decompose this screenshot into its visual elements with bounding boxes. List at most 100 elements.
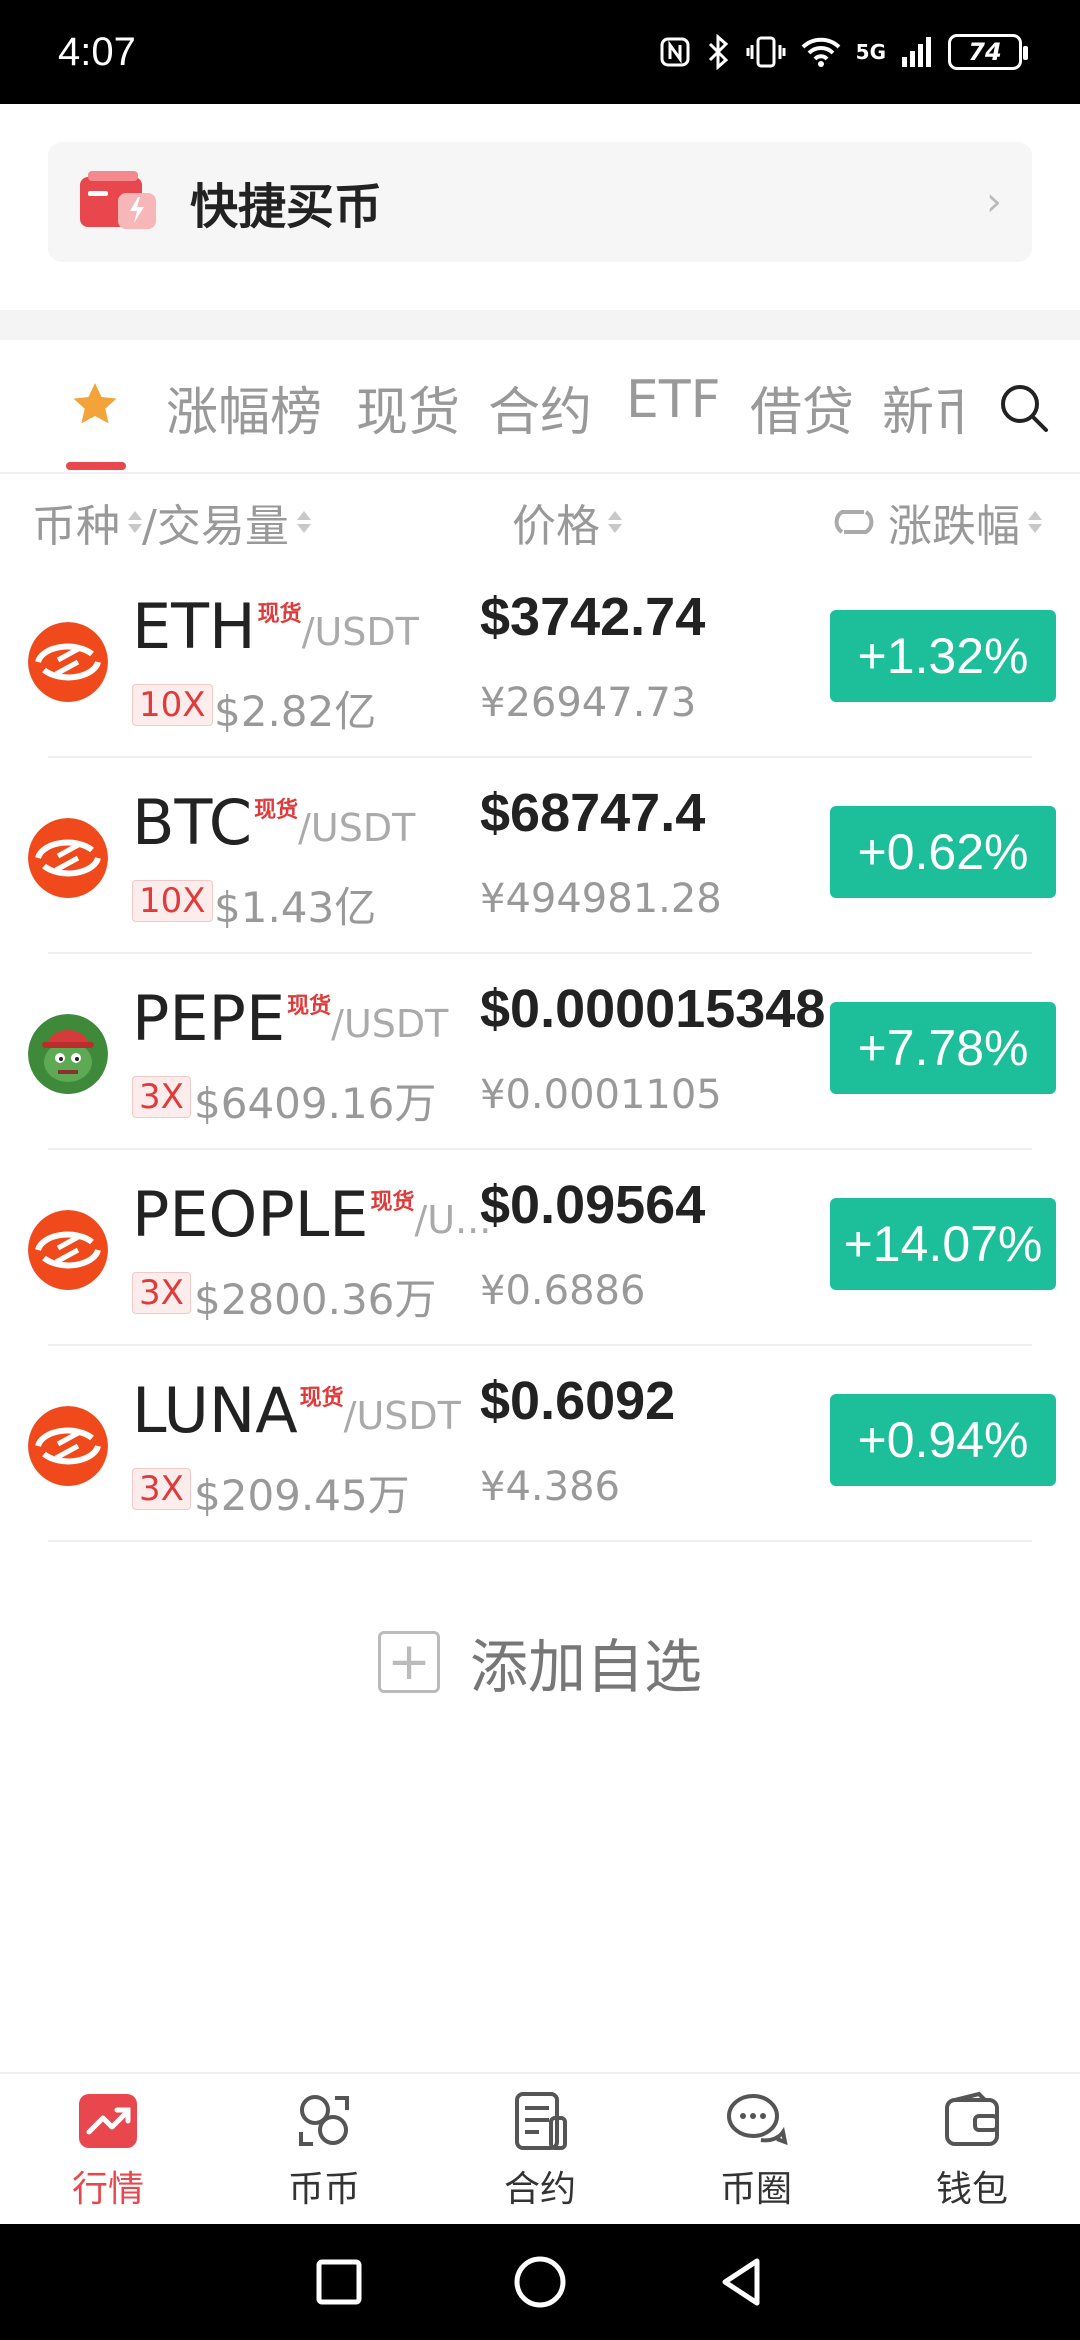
symbol-text: LUNA [132, 1374, 298, 1447]
change-badge[interactable]: +0.62% [830, 806, 1056, 898]
change-badge[interactable]: +1.32% [830, 610, 1056, 702]
leverage-badge: 3X [132, 1468, 191, 1510]
tab-gainers[interactable]: 涨幅榜 [166, 370, 322, 445]
quote-currency: /USDT [298, 806, 416, 850]
price-cny: ¥0.0001105 [480, 1072, 722, 1118]
header-change-label: 涨跌幅 [888, 501, 1020, 552]
plus-box-icon: + [377, 1631, 440, 1693]
nav-futures[interactable]: 合约 [432, 2074, 648, 2224]
price-cny: ¥26947.73 [480, 680, 697, 726]
search-icon[interactable] [996, 380, 1052, 436]
header-price[interactable]: 价格 [512, 490, 622, 554]
price-usd: $68747.4 [480, 783, 706, 843]
coin-symbol: LUNA 现货 /USDT [132, 1374, 461, 1447]
nav-community[interactable]: 币圈 [648, 2074, 864, 2224]
spot-tag: 现货 [370, 1190, 415, 1215]
tab-new-coins[interactable]: 新币 [882, 370, 962, 440]
nav-label: 钱包 [935, 2169, 1008, 2210]
battery-indicator: 74 [948, 34, 1028, 70]
nav-market[interactable]: 行情 [0, 2074, 216, 2224]
tab-lending[interactable]: 借贷 [750, 370, 854, 445]
add-favorite-button[interactable]: + 添加自选 [0, 1620, 1080, 1704]
coin-symbol: PEOPLE 现货 /U... [132, 1178, 491, 1251]
quote-currency: /USDT [331, 1002, 449, 1046]
add-favorite-label: 添加自选 [469, 1633, 702, 1701]
status-time: 4:07 [58, 29, 136, 74]
symbol-text: BTC [132, 786, 253, 859]
header-coin-volume[interactable]: 币种 /交易量 [32, 490, 311, 554]
sort-price-icon [608, 509, 622, 535]
leverage-badge: 10X [132, 684, 213, 726]
volume-text: $6409.16万 [194, 1079, 437, 1128]
status-icons: 5G 74 [658, 34, 1028, 70]
spot-tag: 现货 [287, 994, 332, 1019]
coin-symbol: BTC 现货 /USDT [132, 786, 415, 859]
back-triangle-icon[interactable] [717, 2255, 765, 2309]
change-badge[interactable]: +0.94% [830, 1394, 1056, 1486]
tab-etf[interactable]: ETF [626, 370, 721, 430]
quick-buy-title: 快捷买币 [190, 179, 383, 235]
header-change[interactable]: 涨跌幅 [830, 490, 1042, 554]
recents-square-icon[interactable] [315, 2258, 363, 2306]
coin-symbol: ETH 现货 /USDT [132, 590, 419, 663]
spot-tag: 现货 [299, 1386, 344, 1411]
spot-tag: 现货 [257, 602, 302, 627]
chat-bubbles-icon [727, 2094, 788, 2146]
price-cny: ¥494981.28 [480, 876, 722, 922]
list-item[interactable]: ETH 现货 /USDT 10X $2.82亿 $3742.74 ¥26947.… [0, 562, 1080, 758]
favorites-star-icon[interactable] [70, 380, 120, 430]
spot-tag: 现货 [254, 798, 299, 823]
row-divider [48, 1540, 1032, 1542]
tabs-divider [0, 472, 1080, 474]
nav-label: 行情 [71, 2169, 144, 2210]
bluetooth-icon [708, 34, 728, 70]
swap-logo-icon [28, 818, 108, 898]
change-badge[interactable]: +14.07% [830, 1198, 1056, 1290]
system-nav-bar [0, 2224, 1080, 2340]
pepe-logo-icon [28, 1014, 108, 1094]
toggle-cycle-icon[interactable] [830, 502, 878, 542]
list-item[interactable]: LUNA 现货 /USDT 3X $209.45万 $0.6092 ¥4.386… [0, 1346, 1080, 1542]
leverage-badge: 3X [132, 1076, 191, 1118]
leverage-badge: 3X [132, 1272, 191, 1314]
signal-icon [902, 37, 931, 67]
nav-label: 币币 [287, 2169, 360, 2210]
volume-text: $2.82亿 [214, 687, 377, 736]
active-tab-indicator [66, 462, 126, 470]
price-cny: ¥0.6886 [480, 1268, 646, 1314]
chevron-right-icon: › [986, 179, 1002, 225]
home-circle-icon[interactable] [513, 2255, 567, 2309]
list-item[interactable]: PEOPLE 现货 /U... 3X $2800.36万 $0.09564 ¥0… [0, 1150, 1080, 1346]
network-type: 5G [855, 40, 886, 64]
swap-logo-icon [28, 622, 108, 702]
quote-currency: /USDT [301, 610, 419, 654]
quote-currency: /USDT [343, 1394, 461, 1438]
swap-logo-icon [28, 1406, 108, 1486]
wallet-icon [945, 2091, 999, 2146]
nav-label: 合约 [503, 2169, 576, 2210]
nav-spot[interactable]: 币币 [216, 2074, 432, 2224]
coin-symbol: PEPE 现货 /USDT [132, 982, 448, 1055]
nav-label: 币圈 [719, 2169, 792, 2210]
symbol-text: PEOPLE [132, 1178, 369, 1251]
header-price-label: 价格 [512, 501, 600, 552]
sort-volume-icon [296, 509, 311, 535]
nav-wallet[interactable]: 钱包 [864, 2074, 1080, 2224]
volume-text: $209.45万 [194, 1471, 410, 1520]
price-usd: $0.6092 [480, 1371, 676, 1431]
header-coin: 币种 [32, 501, 120, 552]
quick-buy-card[interactable]: 快捷买币 › [48, 142, 1032, 262]
market-tabs: 涨幅榜 现货 合约 ETF 借贷 新币 [0, 340, 1080, 472]
market-chart-icon [79, 2094, 137, 2148]
contract-doc-icon [515, 2092, 567, 2150]
list-item[interactable]: PEPE 现货 /USDT 3X $6409.16万 $0.000015348 … [0, 954, 1080, 1150]
list-item[interactable]: BTC 现货 /USDT 10X $1.43亿 $68747.4 ¥494981… [0, 758, 1080, 954]
change-badge[interactable]: +7.78% [830, 1002, 1056, 1094]
tab-futures[interactable]: 合约 [488, 370, 592, 445]
tab-spot[interactable]: 现货 [356, 370, 460, 445]
battery-level: 74 [968, 38, 1002, 66]
price-usd: $3742.74 [480, 587, 706, 647]
section-separator [0, 310, 1080, 340]
bottom-nav: 行情 币币 合约 币圈 钱包 [0, 2072, 1080, 2224]
symbol-text: ETH [132, 590, 256, 663]
